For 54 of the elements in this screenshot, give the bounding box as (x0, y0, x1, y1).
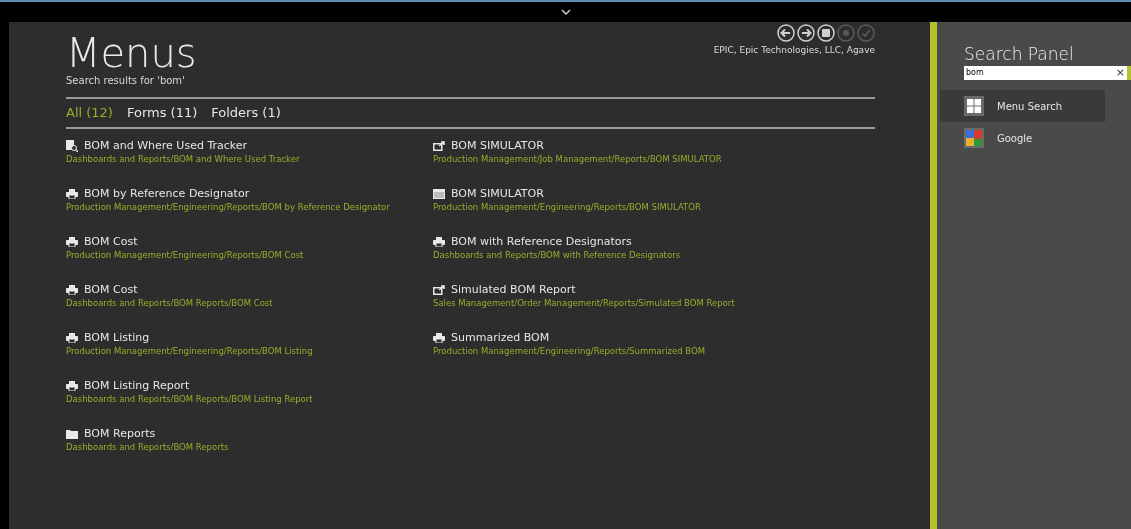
document-search-icon (66, 140, 78, 152)
printer-icon (433, 333, 445, 343)
menu-item-title[interactable]: BOM Cost (84, 283, 138, 297)
menu-item-path: Production Management/Engineering/Reports/Summarized BOM (433, 345, 707, 357)
menu-item-path: Dashboards and Reports/BOM and Where Used Tracker (66, 153, 301, 165)
window-icon (433, 189, 445, 199)
google-tile-icon (964, 128, 984, 148)
external-window-icon (433, 285, 445, 295)
menu-item-path: Dashboards and Reports/BOM Reports/BOM Listing Report (66, 393, 314, 405)
page-subtitle: Search results for 'bom' (66, 74, 186, 87)
grid-icon (964, 96, 984, 116)
menu-item-title[interactable]: BOM by Reference Designator (84, 187, 250, 201)
printer-icon (66, 189, 78, 199)
chevron-down-icon[interactable] (560, 9, 571, 15)
printer-icon (66, 381, 78, 391)
menu-item-path: Production Management/Job Management/Reports/BOM SIMULATOR (433, 153, 723, 165)
menu-item-title[interactable]: BOM Cost (84, 235, 138, 249)
company-name: EPIC, Epic Technologies, LLC, Agave (713, 44, 875, 57)
menu-item-title[interactable]: BOM and Where Used Tracker (84, 139, 248, 153)
menu-item-title[interactable]: BOM with Reference Designators (451, 235, 632, 249)
filter-tab[interactable]: Folders (1) (211, 105, 281, 121)
menu-item-path: Production Management/Engineering/Reports/BOM by Reference Designator (66, 201, 391, 213)
menu-item-title[interactable]: BOM SIMULATOR (451, 139, 544, 153)
menu-item-title[interactable]: Simulated BOM Report (451, 283, 576, 297)
menu-item-title[interactable]: Summarized BOM (451, 331, 550, 345)
search-field[interactable]: bom × (964, 66, 1127, 80)
clear-button[interactable]: × (1115, 67, 1125, 79)
menu-item-path: Production Management/Engineering/Reports/BOM SIMULATOR (433, 201, 702, 213)
menu-item-path: Dashboards and Reports/BOM Reports/BOM Cost (66, 297, 274, 309)
search-value: bom (966, 68, 985, 78)
page-title: Menus (66, 32, 197, 74)
menu-item-path: Dashboards and Reports/BOM Reports (66, 441, 230, 453)
menu-item-title[interactable]: BOM Reports (84, 427, 156, 441)
menu-item-title[interactable]: BOM Listing (84, 331, 150, 345)
search-provider[interactable]: Menu Search (940, 90, 1105, 122)
printer-icon (66, 237, 78, 247)
search-provider[interactable]: Google (940, 122, 1105, 154)
external-window-icon (433, 141, 445, 151)
filter-tab[interactable]: All (12) (66, 105, 113, 121)
menu-item-title[interactable]: BOM Listing Report (84, 379, 190, 393)
home-icon[interactable] (817, 24, 835, 42)
forward-icon[interactable] (797, 24, 815, 42)
folder-icon (66, 429, 78, 439)
printer-icon (66, 285, 78, 295)
back-icon[interactable] (777, 24, 795, 42)
menu-item-path: Sales Management/Order Management/Reports/Simulated BOM Report (433, 297, 736, 309)
filter-tab[interactable]: Forms (11) (126, 105, 198, 121)
menu-item-path: Production Management/Engineering/Reports/BOM Cost (66, 249, 305, 261)
menu-item-path: Production Management/Engineering/Reports/BOM Listing (66, 345, 314, 357)
panel-title: Search Panel (963, 44, 1075, 64)
menu-item-title[interactable]: BOM SIMULATOR (451, 187, 544, 201)
printer-icon (66, 333, 78, 343)
menu-item-path: Dashboards and Reports/BOM with Reference Designators (433, 249, 682, 261)
printer-icon (433, 237, 445, 247)
